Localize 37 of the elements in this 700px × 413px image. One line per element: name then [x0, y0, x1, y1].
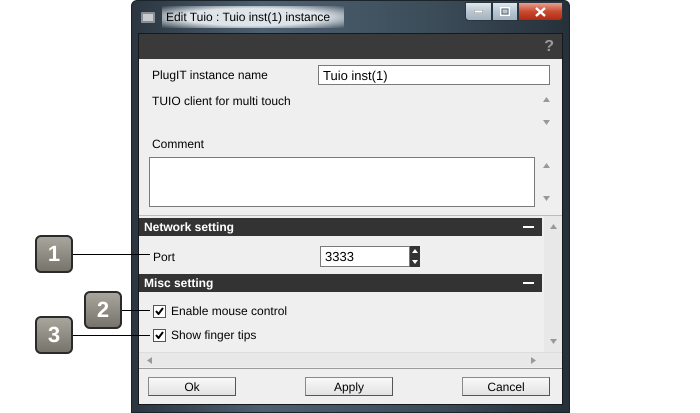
field-label: PlugIT instance name: [152, 68, 269, 82]
window-title: Edit Tuio : Tuio inst(1) instance: [162, 6, 344, 28]
scroll-left-icon[interactable]: [147, 356, 152, 364]
callout-badge: 3: [35, 316, 73, 354]
scroll-down-icon[interactable]: [542, 196, 550, 201]
app-icon: [140, 9, 156, 25]
dialog-button[interactable]: Ok: [148, 377, 236, 396]
checkbox-label: Enable mouse control: [171, 304, 288, 318]
checkbox[interactable]: [153, 328, 166, 342]
comment-field[interactable]: [149, 157, 535, 207]
close-icon: [535, 6, 546, 16]
callout-badge: 2: [84, 291, 122, 329]
close-button[interactable]: [518, 2, 563, 21]
help-button[interactable]: ?: [544, 38, 554, 56]
maximize-icon: [500, 7, 510, 16]
scroll-up-icon[interactable]: [542, 163, 550, 168]
section-title: Network setting: [144, 220, 234, 234]
scroll-down-icon[interactable]: [542, 120, 550, 125]
dialog-button[interactable]: Cancel: [462, 377, 550, 396]
section-title: Misc setting: [144, 276, 214, 290]
checkbox[interactable]: [153, 304, 166, 318]
scroll-up-icon[interactable]: [542, 97, 550, 102]
vertical-scrollbar[interactable]: [544, 216, 562, 352]
callout-badge: 1: [35, 235, 73, 273]
scroll-right-icon[interactable]: [531, 356, 536, 364]
checkbox-label: Show finger tips: [171, 328, 256, 342]
scroll-up-icon[interactable]: [550, 224, 556, 229]
field-label: Port: [153, 250, 176, 264]
maximize-button[interactable]: [492, 2, 518, 21]
instance-name-field[interactable]: Tuio inst(1): [318, 65, 550, 85]
dialog-button[interactable]: Apply: [305, 377, 393, 396]
minimize-icon: [474, 10, 483, 13]
description-text: TUIO client for multi touch: [152, 94, 292, 108]
scroll-down-icon[interactable]: [550, 339, 556, 344]
minimize-button[interactable]: [465, 2, 492, 21]
horizontal-scrollbar[interactable]: [139, 352, 562, 367]
field-label: Comment: [152, 137, 206, 151]
